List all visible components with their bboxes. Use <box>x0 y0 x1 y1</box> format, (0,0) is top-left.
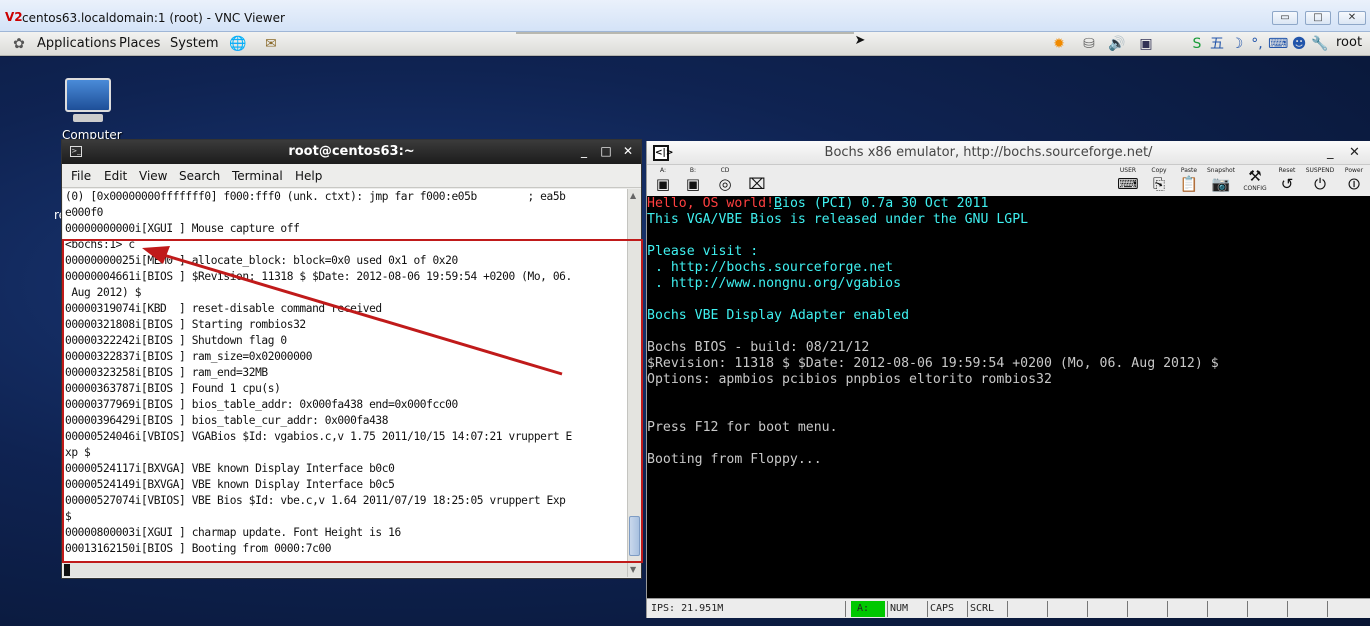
vga-hello-text: Hello, OS world! <box>647 196 775 211</box>
reset-button[interactable]: Reset ↺ <box>1273 167 1301 194</box>
status-scrl: SCRL <box>970 603 995 614</box>
paste-button[interactable]: Paste 📋 <box>1177 167 1201 194</box>
paste-clipboard-icon: 📋 <box>1179 175 1199 193</box>
bochs-minimize-button[interactable]: _ <box>1327 145 1334 160</box>
floppy-b-button[interactable]: B: ▣ <box>681 167 705 194</box>
vga-line-1: Hello, OS world!Bios (PCI) 0.7a 30 Oct 2… <box>647 196 988 212</box>
ips-readout: IPS: 21.951M <box>651 603 724 614</box>
vga-line: Bochs BIOS - build: 08/21/12 <box>647 340 870 355</box>
floppy-a-icon: ▣ <box>655 175 671 193</box>
bochs-window: <|> Bochs x86 emulator, http://bochs.sou… <box>646 141 1370 618</box>
suspend-button[interactable]: SUSPEND ⏻ <box>1303 167 1337 194</box>
copy-button[interactable]: Copy ⎘ <box>1147 167 1171 194</box>
vga-bios-version: ios (PCI) 0.7a 30 Oct 2011 <box>782 196 989 211</box>
cdrom-button[interactable]: CD ◎ <box>713 167 737 194</box>
vga-line: Press F12 for boot menu. <box>647 420 838 435</box>
vga-text-cursor: B <box>774 196 782 211</box>
suspend-icon: ⏻ <box>1314 175 1326 193</box>
reset-arrow-icon: ↺ <box>1280 175 1294 193</box>
floppy-b-icon: ▣ <box>685 175 701 193</box>
user-keyboard-icon: ⌨ <box>1117 175 1139 193</box>
snapshot-camera-icon: 📷 <box>1211 175 1231 193</box>
config-tools-icon: ⚒ <box>1248 167 1262 185</box>
config-button[interactable]: ⚒ CONFIG <box>1241 167 1269 194</box>
bochs-title-bar[interactable]: <|> Bochs x86 emulator, http://bochs.sou… <box>647 141 1370 165</box>
floppy-a-button[interactable]: A: ▣ <box>651 167 675 194</box>
vga-line: Options: apmbios pcibios pnpbios eltorit… <box>647 372 1052 387</box>
bochs-close-button[interactable]: ✕ <box>1349 145 1360 160</box>
status-floppy-a: A: <box>851 601 885 617</box>
vga-line: This VGA/VBE Bios is released under the … <box>647 212 1029 227</box>
vga-line: $Revision: 11318 $ $Date: 2012-08-06 19:… <box>647 356 1219 371</box>
power-button[interactable]: Power ⏼ <box>1339 167 1369 194</box>
mouse-toggle-button[interactable]: ⌧ <box>745 167 769 194</box>
annotation-arrow-head <box>142 246 170 264</box>
snapshot-button[interactable]: Snapshot 📷 <box>1205 167 1237 194</box>
status-caps: CAPS <box>930 603 955 614</box>
user-button[interactable]: USER ⌨ <box>1113 167 1143 194</box>
vga-line: . http://www.nongnu.org/vgabios <box>647 276 902 291</box>
annotation-arrow-line <box>159 252 563 376</box>
vga-line: Please visit : <box>647 244 759 259</box>
copy-icon: ⎘ <box>1152 175 1165 193</box>
cdrom-disc-icon: ◎ <box>718 175 732 193</box>
bochs-status-bar: IPS: 21.951M A: NUM CAPS SCRL <box>647 598 1370 618</box>
vga-line: Bochs VBE Display Adapter enabled <box>647 308 910 323</box>
bochs-title: Bochs x86 emulator, http://bochs.sourcef… <box>824 145 1153 160</box>
vga-line: . http://bochs.sourceforge.net <box>647 260 894 275</box>
status-num: NUM <box>890 603 909 614</box>
vga-line: Booting from Floppy... <box>647 452 822 467</box>
mouse-toggle-icon: ⌧ <box>748 175 766 193</box>
bochs-toolbar: A: ▣ B: ▣ CD ◎ ⌧ USER ⌨ Copy ⎘ Paste 📋 Snapsho… <box>647 165 1370 196</box>
bochs-vga-screen[interactable]: Hello, OS world!Bios (PCI) 0.7a 30 Oct 2… <box>647 196 1370 598</box>
power-icon: ⏼ <box>1348 175 1360 193</box>
